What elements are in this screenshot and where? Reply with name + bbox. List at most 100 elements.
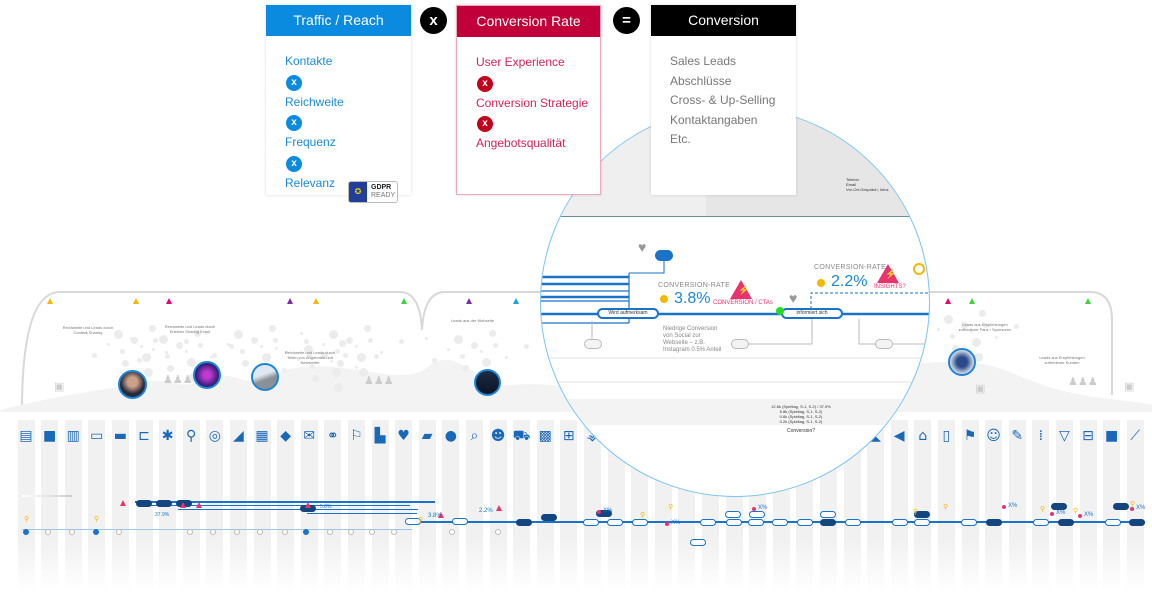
- touchpoint-pill[interactable]: [583, 519, 599, 526]
- store-icon[interactable]: ▦: [252, 428, 272, 444]
- touchpoint-pill[interactable]: [797, 519, 813, 526]
- channel-node[interactable]: [257, 529, 263, 535]
- touchpoint-node[interactable]: [875, 339, 893, 349]
- touchpoint-pill[interactable]: [690, 539, 706, 546]
- pink-dot: [1002, 505, 1006, 509]
- network-icon[interactable]: ✱: [158, 428, 178, 444]
- handshake-icon[interactable]: ⚭: [323, 428, 343, 444]
- channel-node[interactable]: [93, 529, 99, 535]
- touchpoint-pill[interactable]: [772, 519, 788, 526]
- channel-node[interactable]: [116, 529, 122, 535]
- orange-dot: [817, 279, 825, 287]
- stage-pill-aware[interactable]: Wird aufmerksam: [597, 308, 659, 319]
- touchpoint-pill[interactable]: [961, 519, 977, 526]
- placeholder-rate: X%: [603, 508, 613, 514]
- touchpoint-pill[interactable]: [1105, 519, 1121, 526]
- touchpoint-pill[interactable]: [914, 519, 930, 526]
- footsteps-icon[interactable]: ⁞: [1031, 428, 1051, 444]
- touchpoint-pill[interactable]: [749, 511, 765, 518]
- touchpoint-pill[interactable]: [820, 511, 836, 518]
- map-pin-icon[interactable]: ⚲: [181, 428, 201, 444]
- hockey-player-icon[interactable]: ⚑: [960, 428, 980, 444]
- channel-node[interactable]: [391, 529, 397, 535]
- marker-triangle-icon: [513, 298, 519, 304]
- channel-node[interactable]: [23, 529, 29, 535]
- channel-node[interactable]: [210, 529, 216, 535]
- channel-node[interactable]: [369, 529, 375, 535]
- chart-icon[interactable]: ⟋: [1125, 428, 1145, 444]
- marker-triangle-icon: [166, 298, 172, 304]
- magazine-icon[interactable]: ▥: [63, 428, 83, 444]
- chat-icon[interactable]: ▰: [417, 428, 437, 444]
- rate-label: 3.8%: [428, 513, 442, 519]
- touchpoint-pill[interactable]: [632, 519, 648, 526]
- marker-triangle-icon: [466, 298, 472, 304]
- cart-icon[interactable]: ⛟: [512, 428, 532, 446]
- channel-node[interactable]: [327, 529, 333, 535]
- traffic-item: Frequenz: [285, 135, 336, 149]
- tv-icon[interactable]: ▭: [87, 428, 107, 444]
- balloons-icon[interactable]: ●: [441, 428, 461, 444]
- laptop-icon[interactable]: ⊏: [134, 428, 154, 444]
- channel-node[interactable]: [69, 529, 75, 535]
- cloud-dot: [364, 324, 371, 332]
- stage-pill-informs[interactable]: informiert sich: [781, 308, 843, 319]
- channel-node[interactable]: [348, 529, 354, 535]
- message-icon[interactable]: ■: [1102, 428, 1122, 444]
- touchpoint-pill[interactable]: [700, 519, 716, 526]
- touchpoint-node[interactable]: [731, 339, 749, 349]
- people-icon: ♟♟♟: [163, 374, 193, 386]
- channel-node[interactable]: [45, 529, 51, 535]
- touchpoint-pill[interactable]: [748, 519, 764, 526]
- pink-dot: [1130, 507, 1134, 511]
- radio-icon[interactable]: ▤: [16, 428, 36, 444]
- train-icon[interactable]: ⊟: [1078, 428, 1098, 444]
- newsletter-icon[interactable]: ✉: [299, 428, 319, 444]
- placeholder-rate: X%: [1056, 510, 1066, 516]
- masks-icon[interactable]: ☺: [984, 428, 1004, 444]
- touchpoint-pill[interactable]: [541, 514, 557, 521]
- multiply-icon: x: [477, 116, 493, 132]
- cloud-dot: [91, 352, 97, 358]
- channel-node[interactable]: [187, 529, 193, 535]
- touchpoint-node[interactable]: [655, 250, 673, 261]
- drum-icon[interactable]: ◎: [205, 428, 225, 444]
- touchpoint-pill[interactable]: [607, 519, 623, 526]
- pen-icon[interactable]: ✎: [1007, 428, 1027, 444]
- touchpoint-pill[interactable]: [892, 519, 908, 526]
- touchpoint-pill[interactable]: [452, 518, 468, 525]
- touchpoint-pill[interactable]: [845, 519, 861, 526]
- shopping-bag-icon[interactable]: ▯: [936, 428, 956, 444]
- channel-node[interactable]: [495, 529, 501, 535]
- touchpoint-pill[interactable]: [986, 519, 1002, 526]
- touchpoint-pill[interactable]: [820, 519, 836, 526]
- channel-node[interactable]: [303, 529, 309, 535]
- touchpoint-pill[interactable]: [1129, 519, 1145, 526]
- touchpoint-pill[interactable]: [516, 519, 532, 526]
- megaphone-icon[interactable]: ◢: [228, 428, 248, 444]
- touchpoint-pill[interactable]: [136, 500, 152, 507]
- conversion-rate-label: CONVERSION-RATE: [814, 264, 887, 271]
- support-agent-icon[interactable]: ☻: [488, 428, 508, 444]
- cloud-dot: [446, 347, 450, 351]
- cloud-dot: [272, 337, 278, 343]
- touchpoint-pill[interactable]: [1113, 503, 1129, 510]
- touchpoint-pill[interactable]: [725, 511, 741, 518]
- channel-node[interactable]: [449, 529, 455, 535]
- touchpoint-pill[interactable]: [1051, 503, 1067, 510]
- search-icon[interactable]: ⌕: [464, 428, 484, 444]
- cash-register-icon[interactable]: ▙: [370, 428, 390, 444]
- bus-icon[interactable]: ▬: [110, 428, 130, 444]
- touchpoint-pill[interactable]: [1033, 519, 1049, 526]
- wine-glass-icon[interactable]: ▽: [1054, 428, 1074, 444]
- channel-node[interactable]: [282, 529, 288, 535]
- billboard-icon[interactable]: ■: [40, 428, 60, 444]
- touchpoint-pill[interactable]: [156, 500, 172, 507]
- touchpoint-node[interactable]: [584, 339, 602, 349]
- runner-icon[interactable]: ⚐: [346, 428, 366, 444]
- touchpoint-pill[interactable]: [726, 519, 742, 526]
- heart-icon[interactable]: ♥: [394, 428, 414, 444]
- channel-node[interactable]: [234, 529, 240, 535]
- tag-icon[interactable]: ◆: [276, 428, 296, 444]
- touchpoint-pill[interactable]: [1058, 519, 1074, 526]
